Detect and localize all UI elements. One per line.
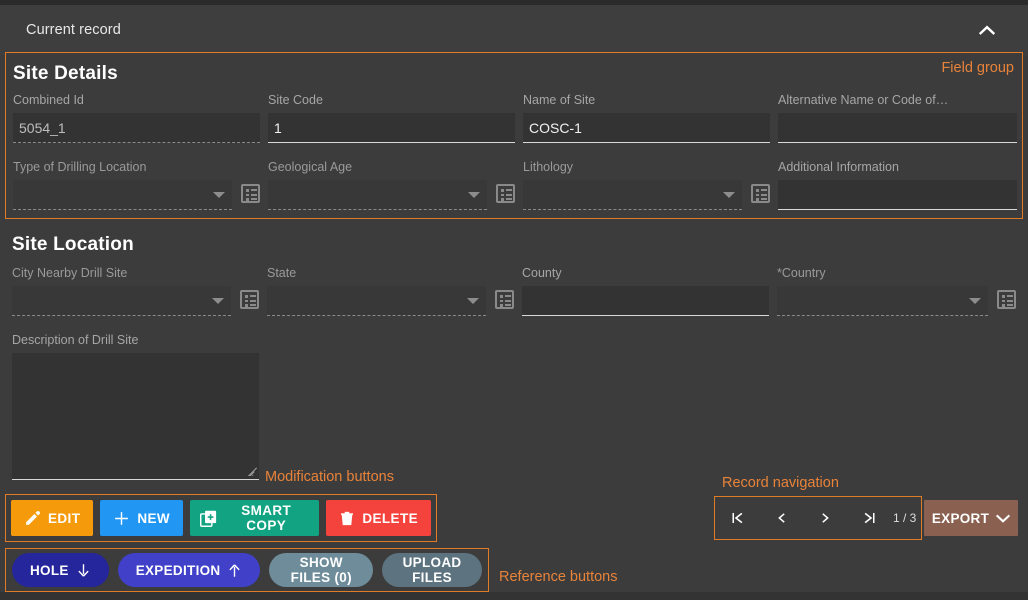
pencil-icon <box>24 510 41 527</box>
field-label-lithology: Lithology <box>523 160 770 175</box>
annotation-reference-buttons: Reference buttons <box>499 569 618 585</box>
field-label-type-of-drilling-location: Type of Drilling Location <box>13 160 260 175</box>
edit-button[interactable]: EDIT <box>11 500 93 536</box>
panel-header: Current record <box>0 0 1028 55</box>
record-form-panel: Current record Field group Site Details … <box>0 0 1028 600</box>
list-picker-icon[interactable] <box>495 290 514 309</box>
field-label-alternative-name: Alternative Name or Code of… <box>778 93 1017 108</box>
combined-id-input[interactable]: 5054_1 <box>13 113 260 143</box>
site-code-input[interactable]: 1 <box>268 113 515 143</box>
field-group-site-details: Field group Site Details Combined Id 505… <box>5 52 1023 219</box>
list-picker-icon[interactable] <box>997 290 1016 309</box>
additional-information-input[interactable] <box>778 180 1017 210</box>
annotation-modification-buttons: Modification buttons <box>265 469 394 485</box>
record-counter: 1 / 3 <box>893 511 916 525</box>
chevron-down-icon <box>723 192 735 198</box>
field-label-combined-id: Combined Id <box>13 93 260 108</box>
field-label-geological-age: Geological Age <box>268 160 515 175</box>
last-page-icon[interactable] <box>847 497 891 539</box>
show-files-button-label: SHOW FILES (0) <box>287 555 355 585</box>
state-select[interactable] <box>267 286 486 316</box>
smart-copy-button-label: SMART COPY <box>222 503 310 533</box>
field-label-city-nearby-drill-site: City Nearby Drill Site <box>12 266 259 281</box>
trash-icon <box>339 510 355 527</box>
field-label-name-of-site: Name of Site <box>523 93 770 108</box>
bottom-divider <box>0 592 1028 600</box>
alternative-name-input[interactable] <box>778 113 1017 143</box>
delete-button[interactable]: DELETE <box>326 500 431 536</box>
new-button-label: NEW <box>137 511 170 526</box>
reference-buttons-group: HOLE EXPEDITION SHOW FILES (0) UPLOAD FI… <box>5 548 489 592</box>
previous-page-icon[interactable] <box>759 497 803 539</box>
edit-button-label: EDIT <box>48 511 80 526</box>
lithology-select[interactable] <box>523 180 742 210</box>
show-files-button[interactable]: SHOW FILES (0) <box>269 553 373 587</box>
upload-files-button[interactable]: UPLOAD FILES <box>382 553 482 587</box>
field-label-state: State <box>267 266 514 281</box>
name-of-site-input[interactable]: COSC-1 <box>523 113 770 143</box>
chevron-down-icon <box>213 192 225 198</box>
arrow-down-icon <box>76 562 91 579</box>
first-page-icon[interactable] <box>715 497 759 539</box>
new-button[interactable]: NEW <box>100 500 183 536</box>
expedition-button-label: EXPEDITION <box>136 563 221 578</box>
county-input[interactable] <box>522 286 769 316</box>
chevron-down-icon <box>212 298 224 304</box>
hole-button-label: HOLE <box>30 563 69 578</box>
type-of-drilling-location-select[interactable] <box>13 180 232 210</box>
chevron-down-icon <box>467 298 479 304</box>
field-label-description-of-drill-site: Description of Drill Site <box>12 333 259 348</box>
upload-files-button-label: UPLOAD FILES <box>400 555 464 585</box>
list-picker-icon[interactable] <box>496 184 515 203</box>
city-nearby-drill-site-select[interactable] <box>12 286 231 316</box>
list-picker-icon[interactable] <box>241 184 260 203</box>
chevron-up-icon[interactable] <box>976 19 998 41</box>
chevron-down-icon <box>996 514 1010 523</box>
expedition-button[interactable]: EXPEDITION <box>118 553 261 587</box>
delete-button-label: DELETE <box>362 511 418 526</box>
field-label-site-code: Site Code <box>268 93 515 108</box>
chevron-down-icon <box>468 192 480 198</box>
country-select[interactable] <box>777 286 988 316</box>
modification-buttons-group: EDIT NEW SMART COPY <box>5 494 437 542</box>
field-label-county: County <box>522 266 769 281</box>
arrow-up-icon <box>227 562 242 579</box>
section-title-site-location: Site Location <box>12 234 134 256</box>
record-navigation-group: 1 / 3 <box>714 496 922 540</box>
page-title: Current record <box>26 22 121 38</box>
field-label-additional-information: Additional Information <box>778 160 1017 175</box>
copy-plus-icon <box>199 509 218 528</box>
smart-copy-button[interactable]: SMART COPY <box>190 500 319 536</box>
list-picker-icon[interactable] <box>751 184 770 203</box>
list-picker-icon[interactable] <box>240 290 259 309</box>
export-button[interactable]: EXPORT <box>924 500 1018 536</box>
chevron-down-icon <box>969 298 981 304</box>
hole-button[interactable]: HOLE <box>12 553 109 587</box>
description-of-drill-site-textarea[interactable] <box>12 353 259 480</box>
next-page-icon[interactable] <box>803 497 847 539</box>
resize-handle-icon[interactable] <box>244 463 257 476</box>
field-label-country: *Country <box>777 266 1016 281</box>
plus-icon <box>113 510 130 527</box>
section-title-site-details: Site Details <box>13 63 118 85</box>
export-button-label: EXPORT <box>932 511 989 526</box>
annotation-field-group: Field group <box>941 60 1014 76</box>
annotation-record-navigation: Record navigation <box>722 475 839 491</box>
geological-age-select[interactable] <box>268 180 487 210</box>
